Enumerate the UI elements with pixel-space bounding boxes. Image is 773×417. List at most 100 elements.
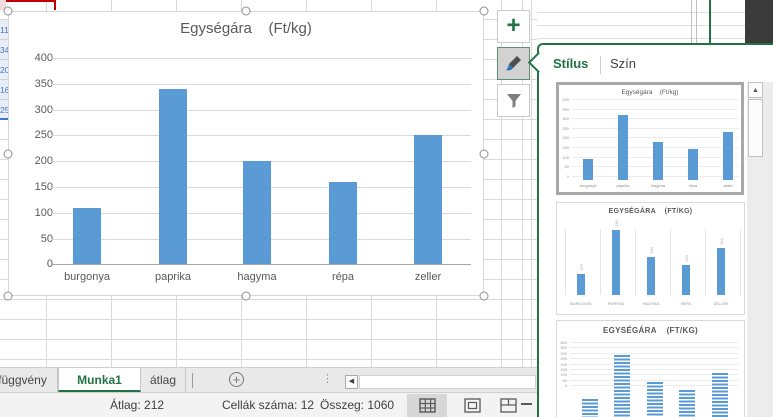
preview-1-title: Egységára (Ft/kg)	[559, 89, 741, 96]
background-window-border	[709, 0, 711, 43]
gridline	[51, 135, 471, 136]
preview-tick-label: 0	[559, 174, 569, 179]
preview-gridline	[570, 358, 738, 359]
preview-tick-label: 100	[557, 372, 567, 377]
source-data-selection-border	[0, 118, 8, 120]
chart-filters-button[interactable]	[497, 84, 530, 117]
preview-tick-label: 350	[557, 345, 567, 350]
preview-gridline	[572, 109, 739, 110]
preview-gridline	[572, 137, 739, 138]
bar-hagyma[interactable]	[243, 161, 271, 264]
red-selection-border-right	[54, 0, 56, 10]
preview-gridline	[570, 342, 738, 343]
view-page-break-button[interactable]	[488, 394, 528, 417]
tab-overflow-icon[interactable]: ⋮	[322, 372, 333, 385]
tab-scroll-left-icon[interactable]: ◀	[345, 375, 358, 389]
preview-tick-label: 300	[559, 116, 569, 121]
background-window-cells	[537, 0, 745, 43]
preview-tick-label: 0	[557, 383, 567, 388]
preview-category-label: burgonya	[564, 302, 598, 306]
preview-tick-label: 250	[559, 126, 569, 131]
chart-styles-button[interactable]	[497, 47, 530, 80]
x-axis-category-label: paprika	[131, 271, 215, 283]
preview-category-label: burgonya	[571, 183, 605, 188]
preview-bar-burgonya	[582, 399, 598, 417]
preview-tick-label: 150	[557, 367, 567, 372]
style-preview-1[interactable]: Egységára (Ft/kg) 4003503002502001501005…	[556, 82, 744, 195]
chart-elements-button[interactable]: +	[497, 10, 530, 43]
preview-tick-label: 50	[557, 378, 567, 383]
selection-handle[interactable]	[242, 7, 251, 16]
preview-tick-label: 50	[559, 164, 569, 169]
preview-gridline	[572, 128, 739, 129]
gridline	[51, 58, 471, 59]
selection-handle[interactable]	[4, 7, 13, 16]
y-axis-tick-label: 100	[21, 207, 53, 219]
x-axis-category-label: zeller	[386, 271, 470, 283]
scrollbar-thumb[interactable]	[748, 99, 763, 157]
preview-category-label: zeller	[711, 183, 745, 188]
preview-tick-label: 200	[559, 135, 569, 140]
y-axis-tick-label: 0	[21, 258, 53, 270]
zoom-out-icon[interactable]	[521, 403, 532, 405]
preview-gridline	[670, 229, 671, 295]
view-normal-button[interactable]	[407, 394, 447, 417]
tab-style[interactable]: Stílus	[553, 56, 588, 72]
plus-icon: +	[506, 14, 520, 38]
sheet-tab-bar: függvény Munka1 átlag + ⋮ ◀	[0, 367, 537, 392]
bar-zeller[interactable]	[414, 135, 442, 264]
gridline	[51, 110, 471, 111]
selection-handle[interactable]	[480, 292, 489, 301]
selection-handle[interactable]	[4, 149, 13, 158]
status-count: Cellák száma: 12	[222, 398, 314, 412]
sheet-tab-munka1[interactable]: Munka1	[58, 368, 141, 392]
status-bar: Átlag: 212 Cellák száma: 12 Összeg: 1060	[0, 392, 537, 417]
x-axis-line	[51, 264, 471, 265]
chart-plot-area[interactable]: 400350300250200150100500burgonyapaprikah…	[9, 12, 483, 295]
sheet-tab-fuggveny[interactable]: függvény	[0, 368, 58, 392]
style-preview-3[interactable]: EGYSÉGÁRA (FT/KG) 4003503002502001501005…	[556, 320, 745, 417]
selection-handle[interactable]	[480, 7, 489, 16]
tab-color[interactable]: Szín	[610, 56, 636, 72]
source-data-value: 160	[0, 80, 8, 100]
sheet-tab-atlag[interactable]: átlag	[141, 368, 186, 392]
chart-object[interactable]: Egységára (Ft/kg) 4003503002502001501005…	[8, 11, 484, 296]
status-average: Átlag: 212	[110, 398, 164, 412]
preview-gridline	[572, 118, 739, 119]
preview-bar-paprika	[614, 355, 630, 417]
preview-gridline	[705, 229, 706, 295]
preview-data-label: 160	[684, 255, 689, 262]
selection-handle[interactable]	[242, 292, 251, 301]
preview-bar-zeller	[712, 373, 728, 417]
new-sheet-button[interactable]: +	[229, 372, 244, 387]
preview-gridline	[740, 229, 741, 295]
style-preview-2[interactable]: EGYSÉGÁRA (FT/KG) 110burgonya340paprika2…	[556, 202, 745, 315]
selection-handle[interactable]	[480, 149, 489, 158]
tab-separator	[192, 373, 193, 388]
panel-scrollbar[interactable]: ▲	[747, 82, 773, 417]
preview-data-label: 250	[719, 238, 724, 245]
preview-bar-paprika	[618, 115, 628, 180]
horizontal-scrollbar[interactable]	[359, 375, 536, 389]
preview-category-label: répa	[676, 183, 710, 188]
preview-tick-label: 350	[559, 107, 569, 112]
preview-gridline	[600, 229, 601, 295]
brush-icon	[504, 54, 523, 73]
source-data-value: 250	[0, 100, 8, 120]
panel-tab-separator	[600, 56, 601, 74]
bar-répa[interactable]	[329, 182, 357, 265]
scrollbar-up-arrow-icon[interactable]: ▲	[748, 82, 763, 98]
bar-paprika[interactable]	[159, 89, 187, 264]
x-axis-category-label: burgonya	[45, 271, 129, 283]
view-page-layout-button[interactable]	[452, 394, 492, 417]
preview-bar-burgonya	[577, 274, 585, 295]
background-window-gridline	[696, 0, 697, 43]
preview-gridline	[635, 229, 636, 295]
preview-2-title: EGYSÉGÁRA (FT/KG)	[557, 208, 744, 215]
selection-handle[interactable]	[4, 292, 13, 301]
y-axis-tick-label: 300	[21, 104, 53, 116]
preview-category-label: zeller	[704, 302, 738, 306]
bar-burgonya[interactable]	[73, 208, 101, 265]
status-sum: Összeg: 1060	[320, 398, 394, 412]
x-axis-category-label: répa	[301, 271, 385, 283]
